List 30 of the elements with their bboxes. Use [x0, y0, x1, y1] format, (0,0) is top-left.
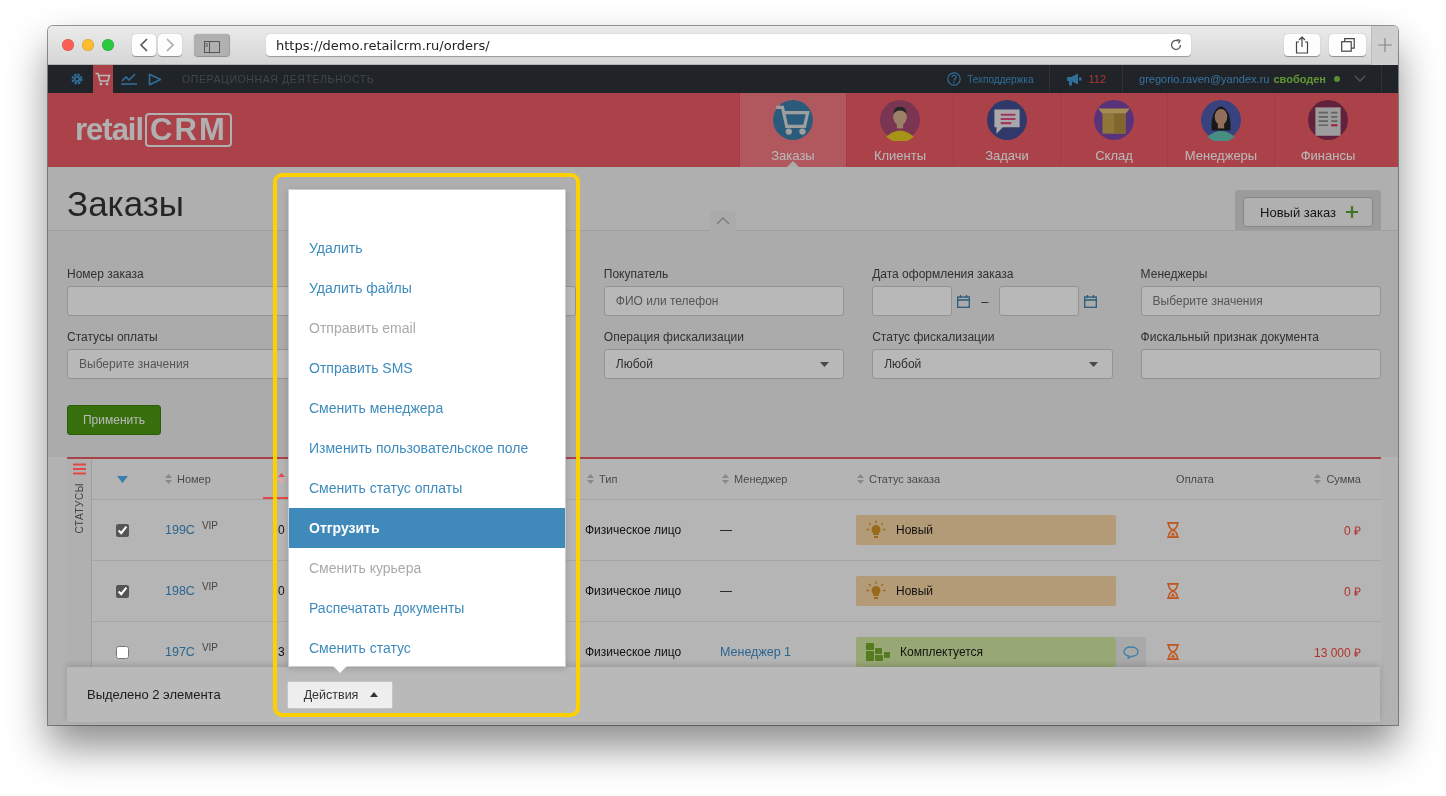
sidebar-label: СТАТУСЫ [73, 483, 85, 534]
order-date: 3 [278, 645, 285, 659]
status-label: Комплектуется [900, 645, 984, 659]
filter-label: Операция фискализации [603, 330, 745, 346]
order-amount: 0 ₽ [1344, 522, 1361, 539]
order-date: 0 [278, 523, 285, 537]
order-tag: VIP [201, 581, 218, 592]
user-status: свободен [1273, 73, 1326, 85]
filter-label: Статусы оплаты [67, 330, 159, 346]
filter-label: Номер заказа [67, 267, 145, 283]
customer-type: Физическое лицо [585, 584, 682, 598]
status-label: Новый [896, 584, 934, 598]
status-label: Новый [896, 523, 934, 537]
order-date: 0 [278, 584, 285, 598]
filter-label: Покупатель [603, 267, 670, 283]
page-title: Заказы [67, 184, 184, 224]
filter-label: Статус фискализации [872, 330, 996, 346]
order-amount: 13 000 ₽ [1313, 644, 1361, 661]
customer-type: Физическое лицо [585, 645, 682, 659]
manager-name: — [720, 584, 732, 598]
filter-label: Менеджеры [1140, 267, 1209, 283]
order-tag: VIP [201, 520, 218, 531]
manager-name: — [720, 523, 732, 537]
range-separator: – [981, 293, 989, 309]
filter-label: Фискальный признак документа [1140, 330, 1320, 346]
order-tag: VIP [201, 642, 218, 653]
url-text: https://demo.retailcrm.ru/orders/ [276, 37, 490, 53]
filter-label: Дата оформления заказа [872, 267, 1015, 283]
order-amount: 0 ₽ [1344, 583, 1361, 600]
customer-type: Физическое лицо [585, 523, 682, 537]
